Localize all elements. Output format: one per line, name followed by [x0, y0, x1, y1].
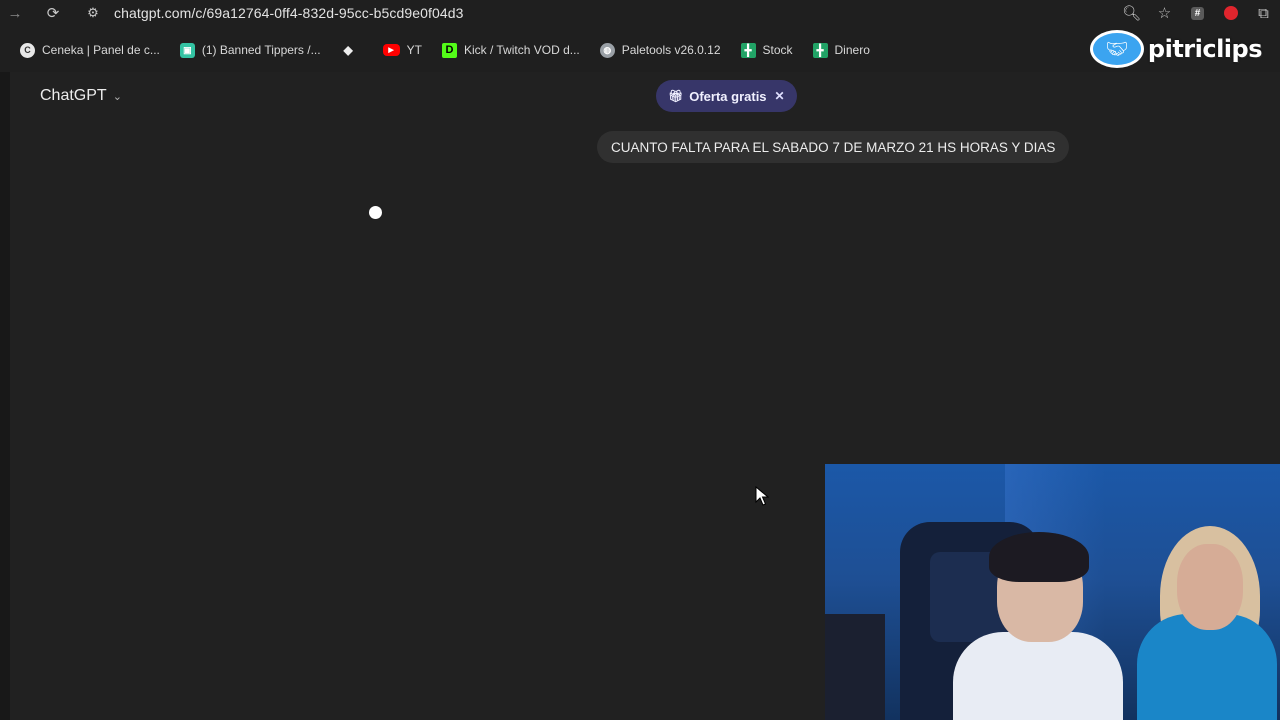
logo-text: pitriclips — [1147, 35, 1263, 63]
globe-icon: ◍ — [599, 42, 615, 58]
promo-label: Oferta gratis — [689, 88, 767, 104]
close-icon[interactable]: ✕ — [775, 89, 785, 103]
ceneka-icon: C — [20, 42, 35, 58]
bookmark-star-icon[interactable]: ☆ — [1148, 0, 1181, 26]
browser-actions: 🔍︎ ☆ # ⧉ — [1115, 0, 1280, 26]
bookmark-label: YT — [406, 43, 422, 57]
bookmark-label: Stock — [762, 43, 793, 57]
browser-chrome: → ⟳ ⚙ chatgpt.com/c/69a12764-0ff4-832d-9… — [0, 0, 1280, 72]
sheets-icon: ╋ — [740, 42, 756, 58]
youtube-icon: ▶ — [382, 44, 400, 56]
forward-icon[interactable]: → — [0, 0, 30, 26]
sheets-icon: ╋ — [812, 42, 828, 58]
webcam-overlay — [825, 464, 1280, 720]
bookmark-diamond[interactable]: ◆ — [341, 43, 363, 58]
zoom-icon[interactable]: 🔍︎ — [1115, 0, 1148, 26]
bookmark-stock[interactable]: ╋ Stock — [740, 42, 793, 58]
bookmark-yt[interactable]: ▶ YT — [382, 43, 422, 57]
bookmark-label: Kick / Twitch VOD d... — [463, 43, 580, 57]
extension-red-icon[interactable] — [1214, 0, 1247, 26]
user-message-text: CUANTO FALTA PARA EL SABADO 7 DE MARZO 2… — [611, 139, 1056, 155]
address-bar[interactable]: ⚙ chatgpt.com/c/69a12764-0ff4-832d-95cc-… — [80, 0, 464, 26]
bookmark-ceneka[interactable]: C Ceneka | Panel de c... — [20, 42, 160, 58]
bookmark-label: Paletools v26.0.12 — [621, 43, 721, 57]
extension-grid-icon[interactable]: # — [1181, 0, 1214, 26]
diamond-icon: ◆ — [343, 43, 353, 57]
bookmark-label: Dinero — [834, 43, 870, 57]
tippers-icon: ▣ — [179, 42, 195, 58]
chevron-down-icon: ⌄ — [112, 90, 122, 103]
bookmark-banned-tippers[interactable]: ▣ (1) Banned Tippers /... — [179, 42, 321, 58]
typing-indicator — [369, 206, 382, 219]
bookmark-kick-twitch[interactable]: D Kick / Twitch VOD d... — [441, 42, 580, 58]
handshake-icon: 🤝︎ — [1089, 30, 1144, 68]
free-offer-pill[interactable]: 🎁︎ Oferta gratis ✕ — [656, 80, 797, 112]
bookmark-label: Ceneka | Panel de c... — [42, 43, 160, 57]
watermark-logo: 🤝︎ pitriclips — [1089, 30, 1263, 68]
url-text[interactable]: chatgpt.com/c/69a12764-0ff4-832d-95cc-b5… — [114, 5, 464, 21]
model-selector[interactable]: ChatGPT ⌄ — [40, 87, 122, 105]
bookmarks-bar: C Ceneka | Panel de c... ▣ (1) Banned Tipp… — [0, 36, 1100, 64]
extensions-puzzle-icon[interactable]: ⧉ — [1247, 0, 1280, 26]
reload-icon[interactable]: ⟳ — [38, 0, 68, 26]
mouse-cursor-icon — [755, 486, 769, 506]
gift-icon: 🎁︎ — [668, 89, 684, 103]
browser-toolbar: → ⟳ ⚙ chatgpt.com/c/69a12764-0ff4-832d-9… — [0, 0, 1280, 26]
model-label: ChatGPT — [40, 87, 107, 104]
bookmark-dinero[interactable]: ╋ Dinero — [812, 42, 870, 58]
user-message-bubble: CUANTO FALTA PARA EL SABADO 7 DE MARZO 2… — [597, 131, 1070, 163]
bookmark-label: (1) Banned Tippers /... — [201, 43, 321, 57]
site-info-icon[interactable]: ⚙ — [80, 5, 106, 21]
bookmark-paletools[interactable]: ◍ Paletools v26.0.12 — [599, 42, 721, 58]
kick-icon: D — [441, 42, 457, 58]
